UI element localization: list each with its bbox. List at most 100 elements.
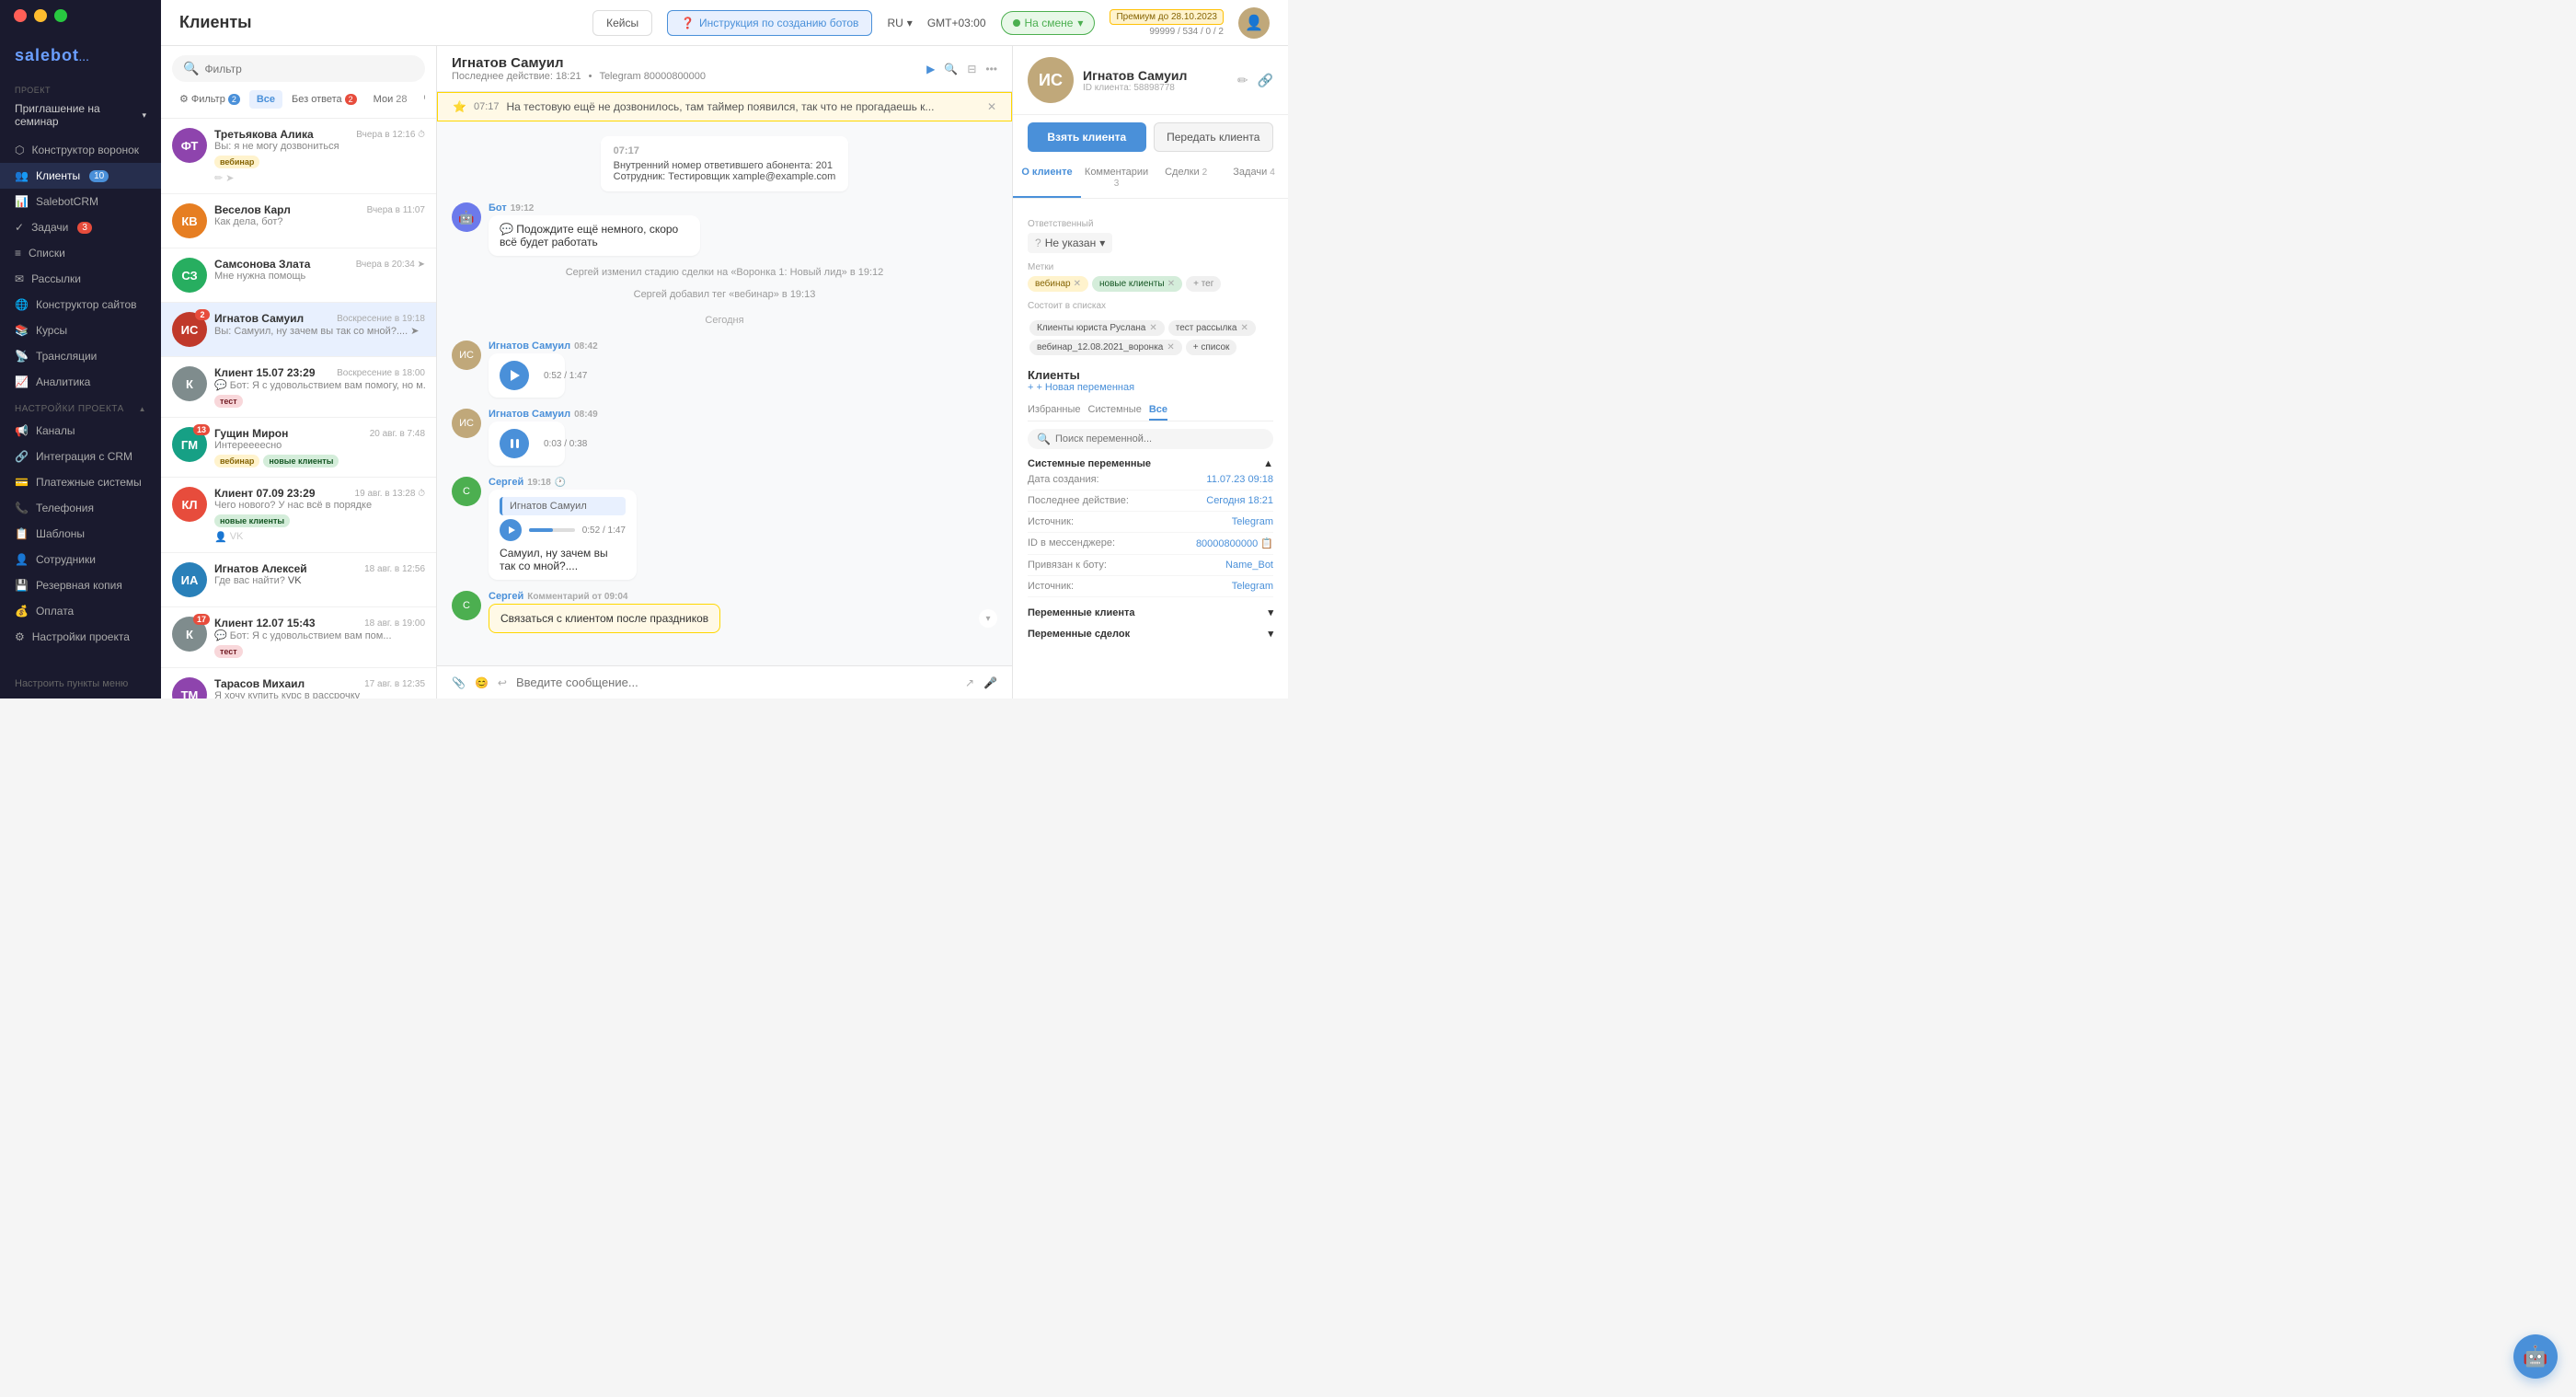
list-item[interactable]: ИС 2 Игнатов Самуил Воскресение в 19:18 … — [161, 303, 436, 357]
take-client-button[interactable]: Взять клиента — [1028, 122, 1146, 152]
list-chip[interactable]: тест рассылка ✕ — [1168, 320, 1256, 336]
tab-about[interactable]: О клиенте — [1013, 159, 1081, 198]
filter-icon-btn[interactable]: ⚙ Фильтр 2 — [172, 89, 247, 109]
add-variable-button[interactable]: + + Новая переменная — [1028, 382, 1273, 393]
project-label: ПРОЕКТ — [15, 86, 51, 95]
list-item[interactable]: ГМ 13 Гущин Мирон 20 авг. в 7:48 Интерее… — [161, 418, 436, 478]
responsible-select[interactable]: ? Не указан ▾ — [1028, 233, 1112, 253]
reply-icon[interactable]: ↩ — [498, 676, 507, 689]
columns-icon[interactable]: ⊟ — [967, 63, 976, 75]
expand-icon[interactable]: ▾ — [979, 609, 997, 628]
sidebar-item-mailing[interactable]: ✉ Рассылки — [0, 266, 161, 292]
clients-section-title: Клиенты — [1028, 368, 1273, 382]
sidebar-item-analytics[interactable]: 📈 Аналитика — [0, 369, 161, 395]
play-button[interactable] — [500, 361, 529, 390]
tag-new-clients[interactable]: новые клиенты ✕ — [1092, 276, 1182, 292]
sidebar-item-clients[interactable]: 👥 Клиенты 10 — [0, 163, 161, 189]
status-dot — [1013, 19, 1020, 27]
filter-tab-mine[interactable]: Мои 28 — [366, 90, 415, 109]
filter-tab-no-answer[interactable]: Без ответа 2 — [284, 90, 364, 109]
play-icon[interactable]: ▶ — [926, 63, 935, 75]
sys-var-row: Источник: Telegram — [1028, 512, 1273, 533]
variable-search[interactable]: 🔍 — [1028, 429, 1273, 449]
microphone-icon[interactable]: 🎤 — [983, 676, 997, 689]
tab-comments[interactable]: Комментарии 3 — [1081, 159, 1152, 198]
project-name[interactable]: Приглашение на семинар ▾ — [0, 102, 161, 137]
list-item[interactable]: КЛ Клиент 07.09 23:29 19 авг. в 13:28 ⏱ … — [161, 478, 436, 553]
sidebar-item-channels[interactable]: 📢 Каналы — [0, 418, 161, 444]
transfer-client-button[interactable]: Передать клиента — [1154, 122, 1274, 152]
search-input[interactable] — [204, 63, 414, 75]
search-bar[interactable]: 🔍 — [172, 55, 425, 82]
minimize-dot[interactable] — [34, 9, 47, 22]
edit-icon[interactable]: ✏ — [1237, 73, 1248, 88]
play-button[interactable] — [500, 519, 522, 541]
emoji-icon[interactable]: 😊 — [475, 676, 489, 689]
message-input[interactable] — [516, 675, 956, 689]
language-selector[interactable]: RU ▾ — [887, 17, 912, 29]
chat-messages: 07:17 Внутренний номер ответившего абоне… — [437, 121, 1012, 665]
list-item[interactable]: К 17 Клиент 12.07 15:43 18 авг. в 19:00 … — [161, 607, 436, 668]
chevron-up-icon[interactable]: ▲ — [1263, 458, 1273, 469]
list-item[interactable]: ИА Игнатов Алексей 18 авг. в 12:56 Где в… — [161, 553, 436, 607]
close-dot[interactable] — [14, 9, 27, 22]
list-item[interactable]: КВ Веселов Карл Вчера в 11:07 Как дела, … — [161, 194, 436, 248]
list-item[interactable]: СЗ Самсонова Злата Вчера в 20:34 ➤ Мне н… — [161, 248, 436, 303]
more-icon[interactable]: ••• — [985, 63, 997, 75]
tab-deals[interactable]: Сделки 2 — [1152, 159, 1220, 198]
var-tab-all[interactable]: Все — [1149, 400, 1167, 421]
chevron-down-icon: ▾ — [1077, 17, 1083, 29]
maximize-dot[interactable] — [54, 9, 67, 22]
variable-search-input[interactable] — [1055, 433, 1186, 444]
sidebar-item-broadcast[interactable]: 📡 Трансляции — [0, 343, 161, 369]
tag-webinar[interactable]: вебинар ✕ — [1028, 276, 1088, 292]
cases-button[interactable]: Кейсы — [592, 10, 652, 36]
deal-vars-section[interactable]: Переменные сделок ▾ — [1028, 628, 1273, 640]
sidebar-item-site-builder[interactable]: 🌐 Конструктор сайтов — [0, 292, 161, 318]
operator-avatar: С — [452, 591, 481, 620]
sidebar-item-proj-settings[interactable]: ⚙ Настройки проекта — [0, 624, 161, 650]
list-chip[interactable]: вебинар_12.08.2021_воронка ✕ — [1029, 340, 1182, 355]
pause-button[interactable] — [500, 429, 529, 458]
avatar[interactable]: 👤 — [1238, 7, 1270, 39]
sidebar-item-payment[interactable]: 💰 Оплата — [0, 598, 161, 624]
sidebar-item-tasks[interactable]: ✓ Задачи 3 — [0, 214, 161, 240]
var-tab-favorites[interactable]: Избранные — [1028, 400, 1081, 421]
sidebar-item-backup[interactable]: 💾 Резервная копия — [0, 572, 161, 598]
tab-tasks[interactable]: Задачи 4 — [1220, 159, 1288, 198]
tag: тест — [214, 645, 243, 658]
list-item[interactable]: ФТ Третьякова Алика Вчера в 12:16 ⏱ Вы: … — [161, 119, 436, 194]
robot-fab-button[interactable]: 🤖 — [2513, 1334, 2558, 1379]
audio-player: 0:52 / 1:47 — [500, 361, 554, 390]
sidebar-item-staff[interactable]: 👤 Сотрудники — [0, 547, 161, 572]
chevron-down-icon: ▾ — [1268, 628, 1273, 640]
configure-menu-btn[interactable]: Настроить пункты меню — [0, 669, 161, 698]
link-icon[interactable]: 🔗 — [1258, 73, 1273, 88]
var-tab-system[interactable]: Системные — [1088, 400, 1142, 421]
sidebar-item-crm[interactable]: 📊 SalebotCRM — [0, 189, 161, 214]
attachment-icon[interactable]: 📎 — [452, 676, 466, 689]
sidebar-item-payments[interactable]: 💳 Платежные системы — [0, 469, 161, 495]
sidebar-item-courses[interactable]: 📚 Курсы — [0, 318, 161, 343]
audio-waveform[interactable] — [529, 528, 575, 532]
filter-tab-others[interactable]: Чужие — [416, 90, 425, 109]
sidebar-item-telephony[interactable]: 📞 Телефония — [0, 495, 161, 521]
status-button[interactable]: На смене ▾ — [1001, 11, 1096, 35]
sidebar-item-lists[interactable]: ≡ Списки — [0, 240, 161, 266]
filter-tab-all[interactable]: Все — [249, 90, 282, 109]
list-item[interactable]: ТМ Тарасов Михаил 17 авг. в 12:35 Я хочу… — [161, 668, 436, 698]
close-icon[interactable]: ✕ — [987, 100, 996, 113]
info-message: 07:17 Внутренний номер ответившего абоне… — [601, 136, 849, 191]
sidebar-item-funnel[interactable]: ⬡ Конструктор воронок — [0, 137, 161, 163]
chat-input-bar: 📎 😊 ↩ ↗ 🎤 — [437, 665, 1012, 698]
list-item[interactable]: К Клиент 15.07 23:29 Воскресение в 18:00… — [161, 357, 436, 418]
add-tag-button[interactable]: + тег — [1186, 276, 1221, 292]
list-chip[interactable]: Клиенты юриста Руслана ✕ — [1029, 320, 1165, 336]
sidebar-item-templates[interactable]: 📋 Шаблоны — [0, 521, 161, 547]
forward-icon[interactable]: ↗ — [965, 676, 974, 689]
search-icon[interactable]: 🔍 — [944, 63, 958, 75]
client-vars-section[interactable]: Переменные клиента ▾ — [1028, 606, 1273, 618]
help-button[interactable]: ❓ Инструкция по созданию ботов — [667, 10, 872, 36]
sidebar-item-crm-int[interactable]: 🔗 Интеграция с CRM — [0, 444, 161, 469]
add-list-button[interactable]: + список — [1186, 340, 1237, 355]
